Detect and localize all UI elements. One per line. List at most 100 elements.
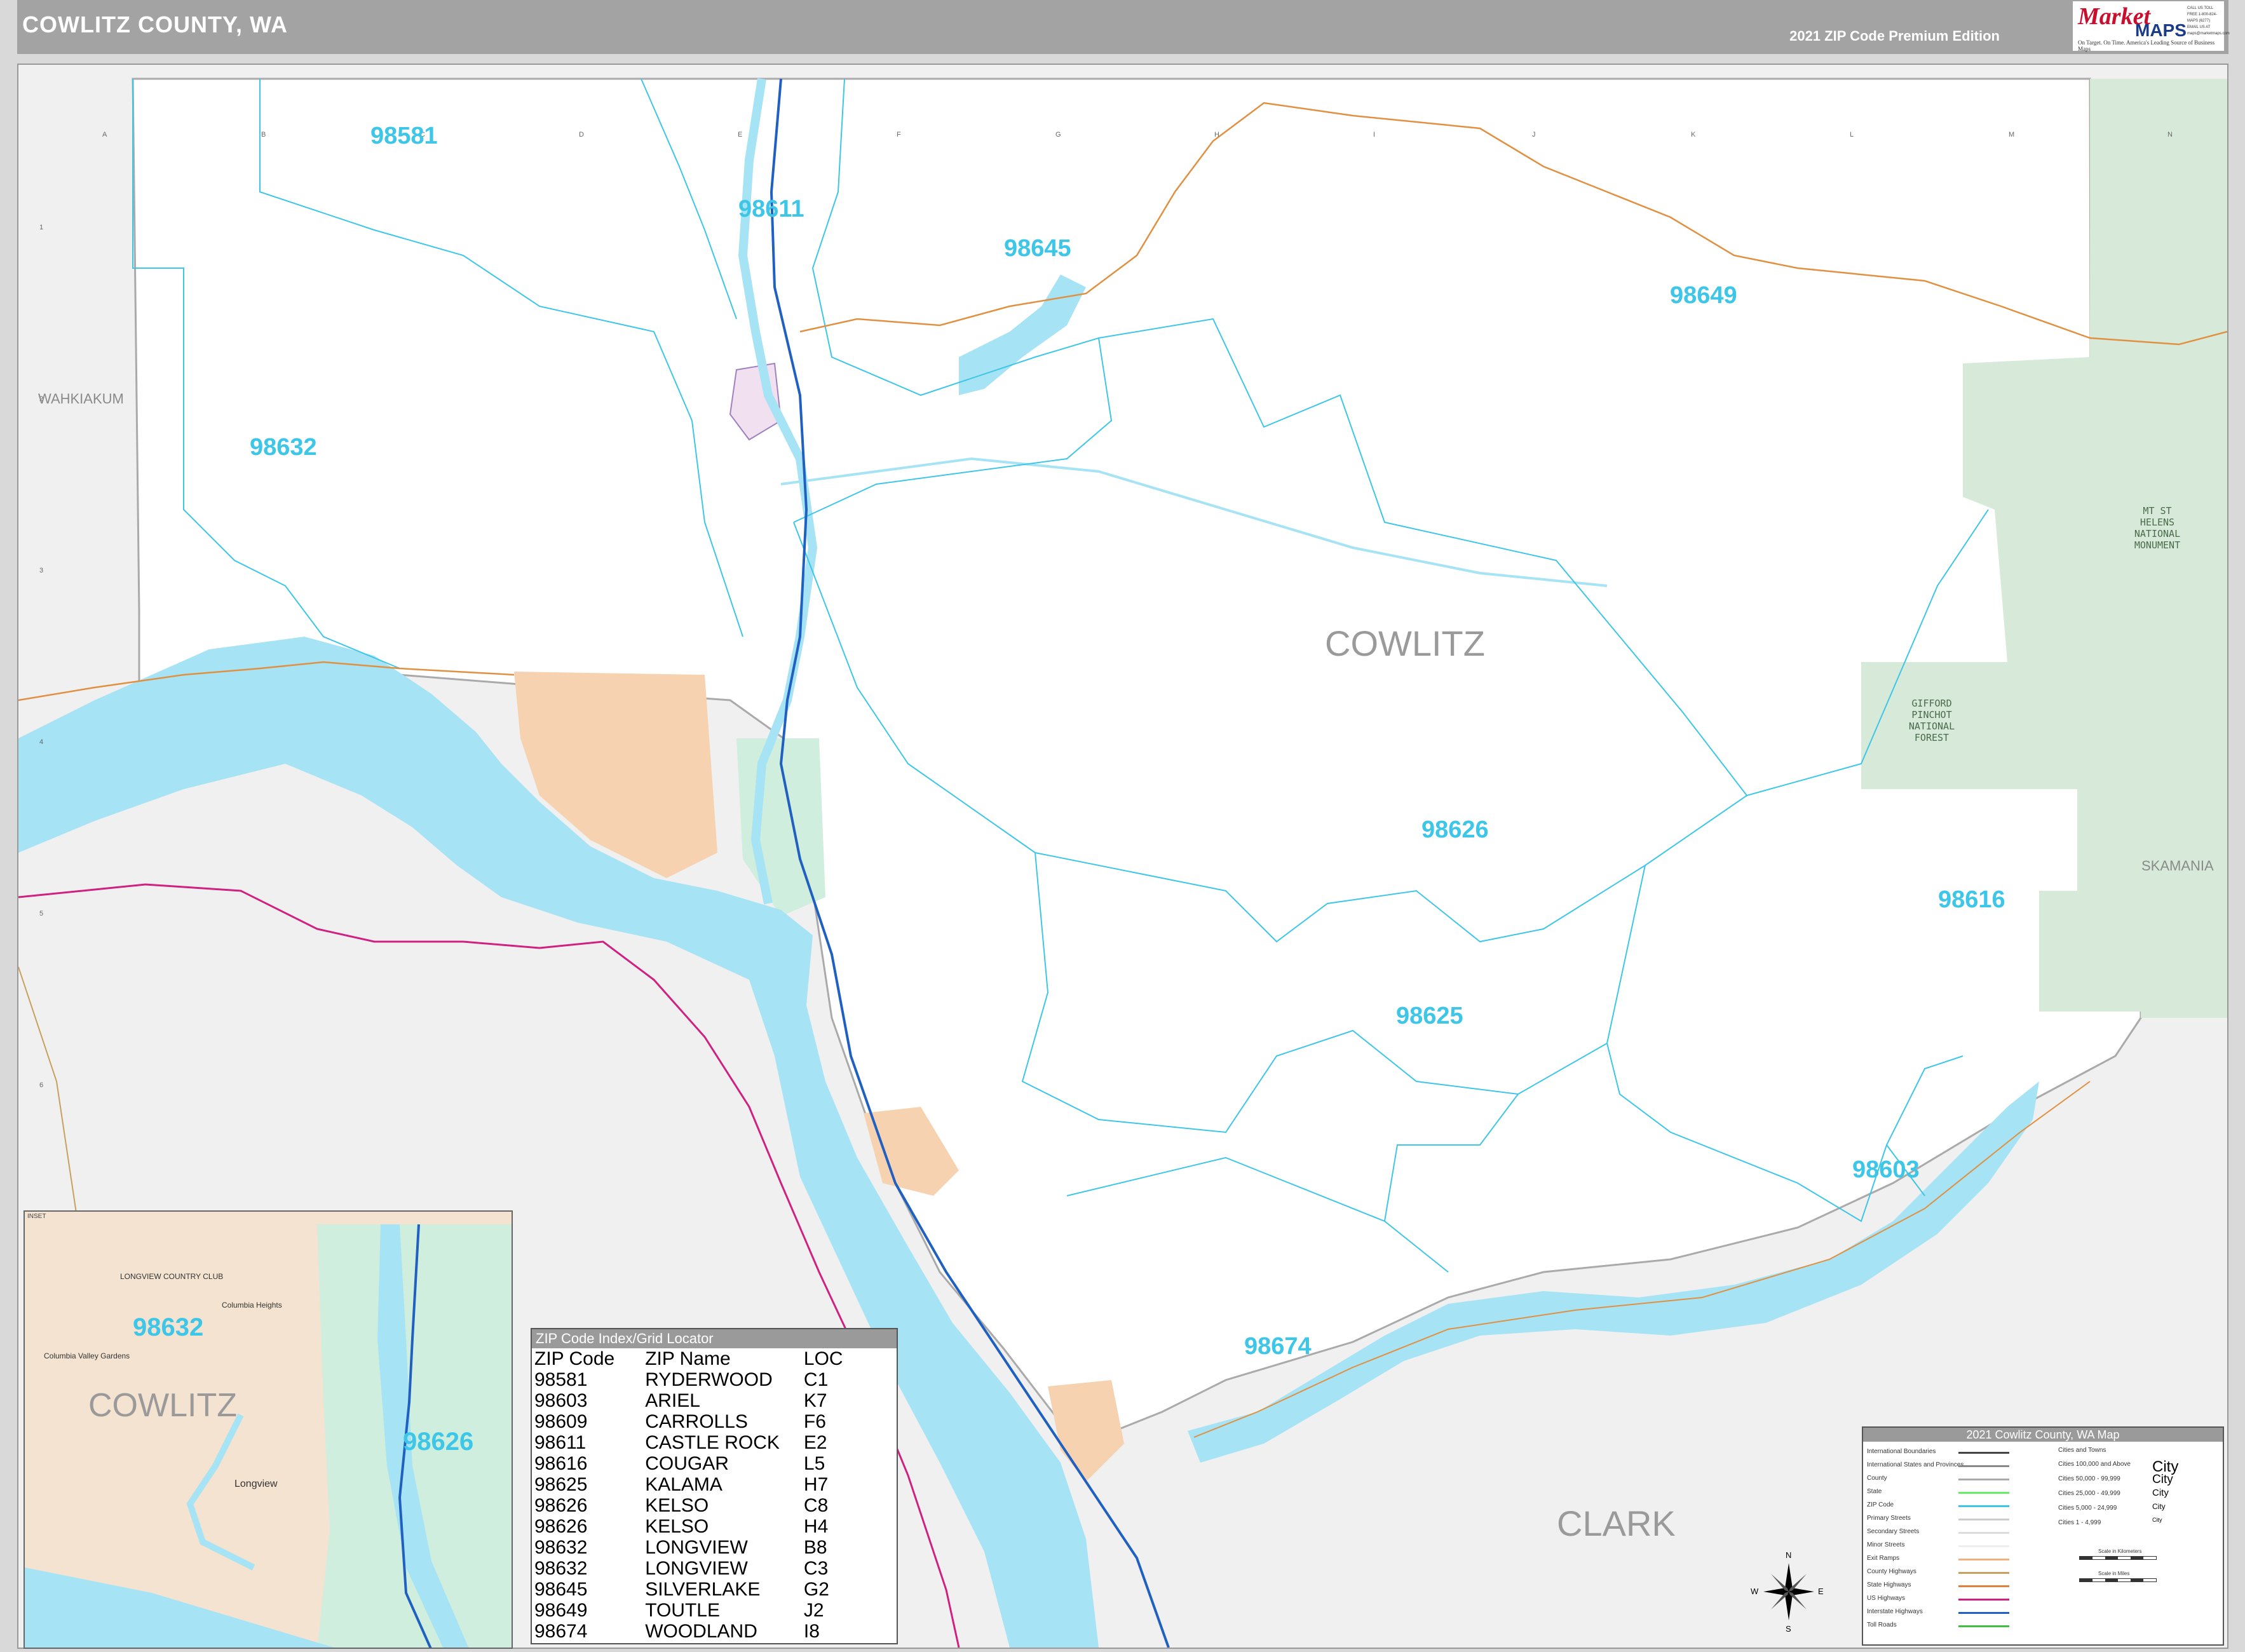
zip-label-98649[interactable]: 98649: [1670, 282, 1737, 309]
zip-index-code: 98603: [534, 1390, 588, 1411]
zip-index-name: LONGVIEW: [645, 1558, 748, 1579]
logo-tagline: On Target. On Time. America's Leading So…: [2078, 39, 2215, 52]
grid-col-i: I: [1373, 131, 1376, 139]
compass-east: E: [1818, 1587, 1824, 1596]
county-label-wahkiakum: WAHKIAKUM: [38, 391, 124, 407]
zip-label-98603[interactable]: 98603: [1852, 1156, 1920, 1184]
zip-index-row: 98632 LONGVIEW C3: [534, 1558, 848, 1579]
zip-index-code: 98626: [534, 1495, 588, 1516]
grid-col-f: F: [897, 131, 901, 139]
zip-index-code: 98609: [534, 1411, 588, 1432]
inset-place-columbia-valley: Columbia Valley Gardens: [44, 1351, 130, 1360]
grid-col-g: G: [1055, 131, 1061, 139]
legend-scale-bar-km: [2079, 1556, 2157, 1560]
zip-index-name: CASTLE ROCK: [645, 1432, 780, 1453]
zip-label-98626[interactable]: 98626: [1421, 816, 1489, 844]
zip-index-loc: I8: [803, 1621, 820, 1642]
legend-line-swatch: [1958, 1479, 2009, 1480]
zip-index-name: SILVERLAKE: [645, 1579, 761, 1600]
zip-index-rows: 98581 RYDERWOOD C1 98603 ARIEL K7 98609 CARROLL…: [534, 1369, 848, 1642]
zip-index-loc: C1: [803, 1369, 829, 1390]
inset-zip-98626[interactable]: 98626: [403, 1428, 473, 1456]
zip-label-98645[interactable]: 98645: [1004, 235, 1071, 262]
legend-line-swatch: [1958, 1572, 2009, 1574]
map-legend: 2021 Cowlitz County, WA Map Internationa…: [1862, 1426, 2224, 1646]
zip-index-row: 98603 ARIEL K7: [534, 1390, 848, 1411]
zip-index-code: 98645: [534, 1579, 588, 1600]
zip-index-code: 98616: [534, 1453, 588, 1474]
zip-index-name: KELSO: [645, 1516, 709, 1537]
grid-col-l: L: [1850, 131, 1854, 139]
zip-label-98616[interactable]: 98616: [1938, 886, 2005, 914]
legend-line-label: ZIP Code: [1867, 1501, 1894, 1508]
zip-index-table: ZIP Code ZIP Name LOC 98581 RYDERWOOD C1 98…: [534, 1348, 848, 1642]
zip-index-header-row: ZIP Code ZIP Name LOC: [534, 1348, 848, 1369]
zip-index-loc: E2: [803, 1432, 827, 1453]
legend-city-sample: City: [2152, 1517, 2162, 1523]
grid-col-e: E: [738, 131, 743, 139]
zip-index-loc: J2: [803, 1600, 824, 1621]
legend-line-label: International States and Provinces: [1867, 1461, 1964, 1468]
legend-line-swatch: [1958, 1585, 2009, 1587]
zip-label-98625[interactable]: 98625: [1396, 1003, 1463, 1030]
zip-index-name: LONGVIEW: [645, 1537, 748, 1558]
zip-index-loc: L5: [803, 1453, 825, 1474]
compass-rose: N S W E: [1751, 1544, 1827, 1639]
zip-index-code: 98626: [534, 1516, 588, 1537]
market-maps-logo[interactable]: Market MAPS On Target. On Time. America'…: [2073, 1, 2230, 52]
legend-line-label: Secondary Streets: [1867, 1528, 1920, 1535]
legend-city-label: Cities 100,000 and Above: [2058, 1461, 2131, 1468]
zip-index-code: 98632: [534, 1537, 588, 1558]
inset-zip-98632[interactable]: 98632: [133, 1313, 203, 1342]
forest-label-gifford-pinchot: GIFFORD PINCHOT NATIONAL FOREST: [1908, 698, 1955, 743]
legend-city-label: Cities 25,000 - 49,999: [2058, 1490, 2120, 1497]
grid-row-5: 5: [39, 910, 44, 917]
legend-line-swatch: [1958, 1452, 2009, 1454]
map-header: COWLITZ COUNTY, WA 2021 ZIP Code Premium…: [17, 0, 2228, 54]
legend-line-swatch: [1958, 1559, 2009, 1561]
legend-line-swatch: [1958, 1492, 2009, 1494]
zip-index-row: 98649 TOUTLE J2: [534, 1600, 848, 1621]
zip-index-col-name: ZIP Name: [645, 1348, 731, 1369]
zip-index-row: 98626 KELSO C8: [534, 1495, 848, 1516]
zip-label-98674[interactable]: 98674: [1244, 1333, 1312, 1360]
forest-label-mt-st-helens: MT ST HELENS NATIONAL MONUMENT: [2134, 505, 2181, 551]
grid-col-m: M: [2009, 131, 2015, 139]
zip-index-code: 98632: [534, 1558, 588, 1579]
logo-maps-text: MAPS: [2135, 20, 2187, 40]
legend-scale-mi: Scale in Miles: [2098, 1571, 2130, 1576]
zip-index-loc: K7: [803, 1390, 827, 1411]
zip-index-loc: H7: [803, 1474, 829, 1495]
legend-line-swatch: [1958, 1465, 2009, 1467]
inset-place-country-club: LONGVIEW COUNTRY CLUB: [120, 1272, 224, 1281]
map-title: COWLITZ COUNTY, WA: [22, 11, 288, 37]
zip-code-index: ZIP Code Index/Grid Locator ZIP Code ZIP…: [531, 1328, 898, 1644]
grid-row-4: 4: [39, 738, 44, 746]
zip-index-row: 98625 KALAMA H7: [534, 1474, 848, 1495]
zip-index-loc: C8: [803, 1495, 829, 1516]
legend-line-label: International Boundaries: [1867, 1448, 1936, 1455]
legend-city-label: Cities 50,000 - 99,999: [2058, 1475, 2120, 1482]
zip-index-col-code: ZIP Code: [534, 1348, 615, 1369]
legend-line-label: Toll Roads: [1867, 1622, 1897, 1628]
legend-line-label: Minor Streets: [1867, 1541, 1905, 1548]
grid-col-n: N: [2167, 131, 2173, 139]
zip-label-98581[interactable]: 98581: [370, 123, 438, 150]
legend-line-swatch: [1958, 1599, 2009, 1601]
zip-index-loc: B8: [803, 1537, 827, 1558]
zip-index-code: 98674: [534, 1621, 588, 1642]
grid-col-d: D: [579, 131, 584, 139]
zip-index-row: 98645 SILVERLAKE G2: [534, 1579, 848, 1600]
zip-index-loc: F6: [803, 1411, 826, 1432]
county-label-skamania: SKAMANIA: [2141, 858, 2214, 874]
legend-line-swatch: [1958, 1519, 2009, 1520]
grid-col-a: A: [102, 131, 107, 139]
zip-index-row: 98581 RYDERWOOD C1: [534, 1369, 848, 1390]
zip-index-row: 98609 CARROLLS F6: [534, 1411, 848, 1432]
longview-kelso-inset[interactable]: INSET 98632 98626 COWLITZ LONGVIEW COUNT…: [24, 1210, 513, 1649]
legend-line-label: Primary Streets: [1867, 1515, 1911, 1522]
grid-col-h: H: [1214, 131, 1219, 139]
legend-line-label: US Highways: [1867, 1595, 1906, 1602]
zip-label-98632[interactable]: 98632: [250, 434, 317, 461]
zip-label-98611[interactable]: 98611: [738, 196, 804, 223]
